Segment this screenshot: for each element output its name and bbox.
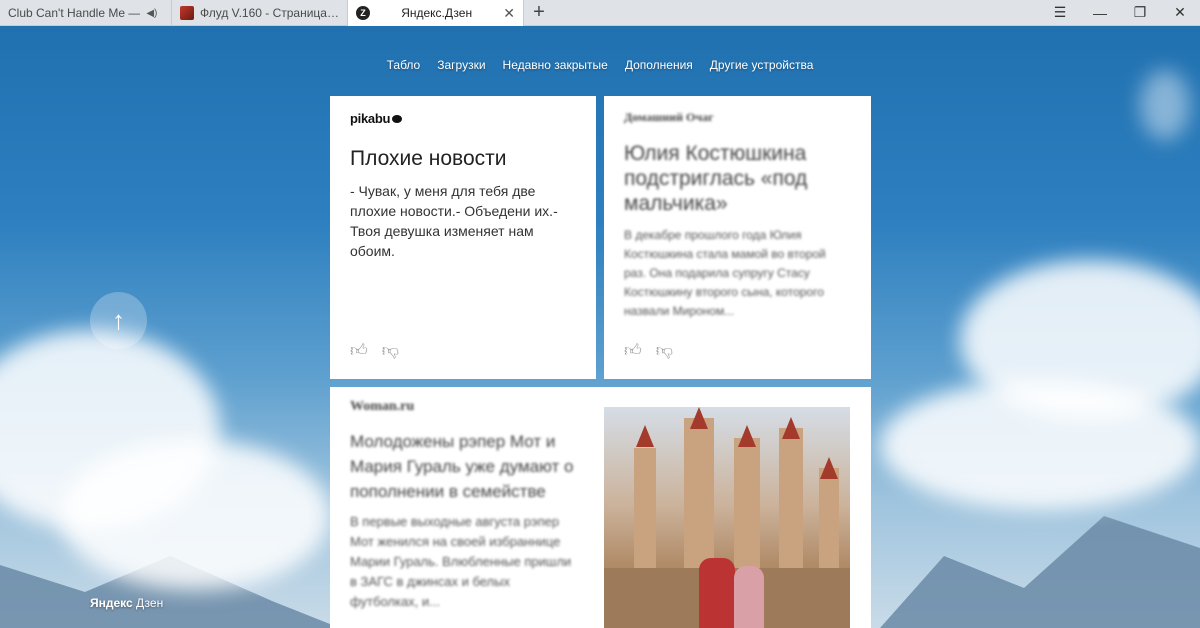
card-title[interactable]: Плохие новости bbox=[350, 146, 576, 171]
tab-label: Флуд V.160 - Страница 118 bbox=[200, 6, 339, 20]
new-tab-button[interactable]: + bbox=[524, 0, 554, 25]
nav-link-tablo[interactable]: Табло bbox=[387, 58, 421, 72]
brand-product: Дзен bbox=[136, 596, 164, 610]
castle-roof bbox=[820, 457, 838, 479]
menu-icon[interactable]: ☰ bbox=[1040, 0, 1080, 25]
source-name: Woman.ru bbox=[350, 399, 415, 414]
speaker-icon[interactable]: ◀) bbox=[146, 8, 157, 19]
castle-tower bbox=[634, 448, 656, 588]
tab-label: Club Can't Handle Me — bbox=[8, 6, 141, 20]
people-figure bbox=[734, 566, 764, 628]
pikabu-bubble-icon bbox=[392, 114, 403, 123]
nav-link-recently-closed[interactable]: Недавно закрытые bbox=[503, 58, 608, 72]
browser-tab-bar: Club Can't Handle Me — ◀) Флуд V.160 - С… bbox=[0, 0, 1200, 26]
dislike-icon[interactable]: 👎︎ bbox=[382, 340, 399, 361]
restore-icon[interactable]: ❐ bbox=[1120, 0, 1160, 25]
top-nav: Табло Загрузки Недавно закрытые Дополнен… bbox=[0, 58, 1200, 72]
source-name: Домашний Очаг bbox=[624, 110, 714, 124]
nav-link-extensions[interactable]: Дополнения bbox=[625, 58, 693, 72]
brand-name: Яндекс bbox=[90, 596, 133, 610]
background-cloud bbox=[60, 440, 330, 590]
feed-card[interactable]: Woman.ru Молодожены рэпер Мот и Мария Гу… bbox=[330, 387, 871, 628]
window-controls: ☰ — ❐ ✕ bbox=[1040, 0, 1200, 25]
card-text: - Чувак, у меня для тебя две плохие ново… bbox=[350, 183, 558, 259]
like-icon[interactable]: 👍︎ bbox=[624, 340, 642, 361]
minimize-icon[interactable]: — bbox=[1080, 0, 1120, 25]
source-logo: pikabu bbox=[350, 111, 403, 126]
card-text: В первые выходные августа рэпер Мот жени… bbox=[350, 514, 572, 609]
arrow-up-icon: ↑ bbox=[112, 305, 125, 335]
people-figure bbox=[699, 558, 735, 628]
source-name: pikabu bbox=[350, 111, 391, 126]
card-title[interactable]: Молодожены рэпер Мот и Мария Гураль уже … bbox=[350, 429, 580, 504]
card-title[interactable]: Юлия Костюшкина подстриглась «под мальчи… bbox=[624, 141, 851, 216]
background-cloud bbox=[880, 380, 1200, 510]
brand-label[interactable]: Яндекс Дзен bbox=[90, 596, 163, 610]
zen-favicon-icon: Z bbox=[356, 6, 370, 20]
nav-link-other-devices[interactable]: Другие устройства bbox=[710, 58, 814, 72]
castle-roof bbox=[738, 425, 756, 447]
tab-flood[interactable]: Флуд V.160 - Страница 118 bbox=[172, 0, 348, 26]
feed-card[interactable]: Домашний Очаг Юлия Костюшкина подстригла… bbox=[604, 96, 871, 379]
tab-club-cant-handle-me[interactable]: Club Can't Handle Me — ◀) bbox=[0, 0, 172, 26]
card-reactions: 👍︎ 👎︎ bbox=[350, 340, 399, 361]
tab-label: Яндекс.Дзен bbox=[401, 6, 473, 20]
scroll-up-button[interactable]: ↑ bbox=[90, 292, 147, 349]
feed-card[interactable]: pikabu Плохие новости - Чувак, у меня дл… bbox=[330, 96, 596, 379]
close-icon[interactable]: ✕ bbox=[1160, 0, 1200, 25]
castle-roof bbox=[636, 425, 654, 447]
nav-link-downloads[interactable]: Загрузки bbox=[437, 58, 485, 72]
dislike-icon[interactable]: 👎︎ bbox=[656, 340, 673, 361]
castle-roof bbox=[690, 407, 708, 429]
close-tab-icon[interactable]: ✕ bbox=[503, 5, 515, 22]
card-text-column: Woman.ru Молодожены рэпер Мот и Мария Гу… bbox=[350, 399, 580, 612]
castle-roof bbox=[782, 417, 800, 439]
favicon-icon bbox=[180, 6, 194, 20]
card-photo[interactable] bbox=[604, 407, 850, 628]
castle-tower bbox=[779, 428, 803, 588]
like-icon[interactable]: 👍︎ bbox=[350, 340, 368, 361]
card-reactions: 👍︎ 👎︎ bbox=[624, 340, 673, 361]
tab-yandex-zen[interactable]: Z Яндекс.Дзен ✕ bbox=[348, 0, 524, 26]
card-text: В декабре прошлого года Юлия Костюшкина … bbox=[624, 228, 826, 318]
background-cloud bbox=[1140, 70, 1190, 140]
